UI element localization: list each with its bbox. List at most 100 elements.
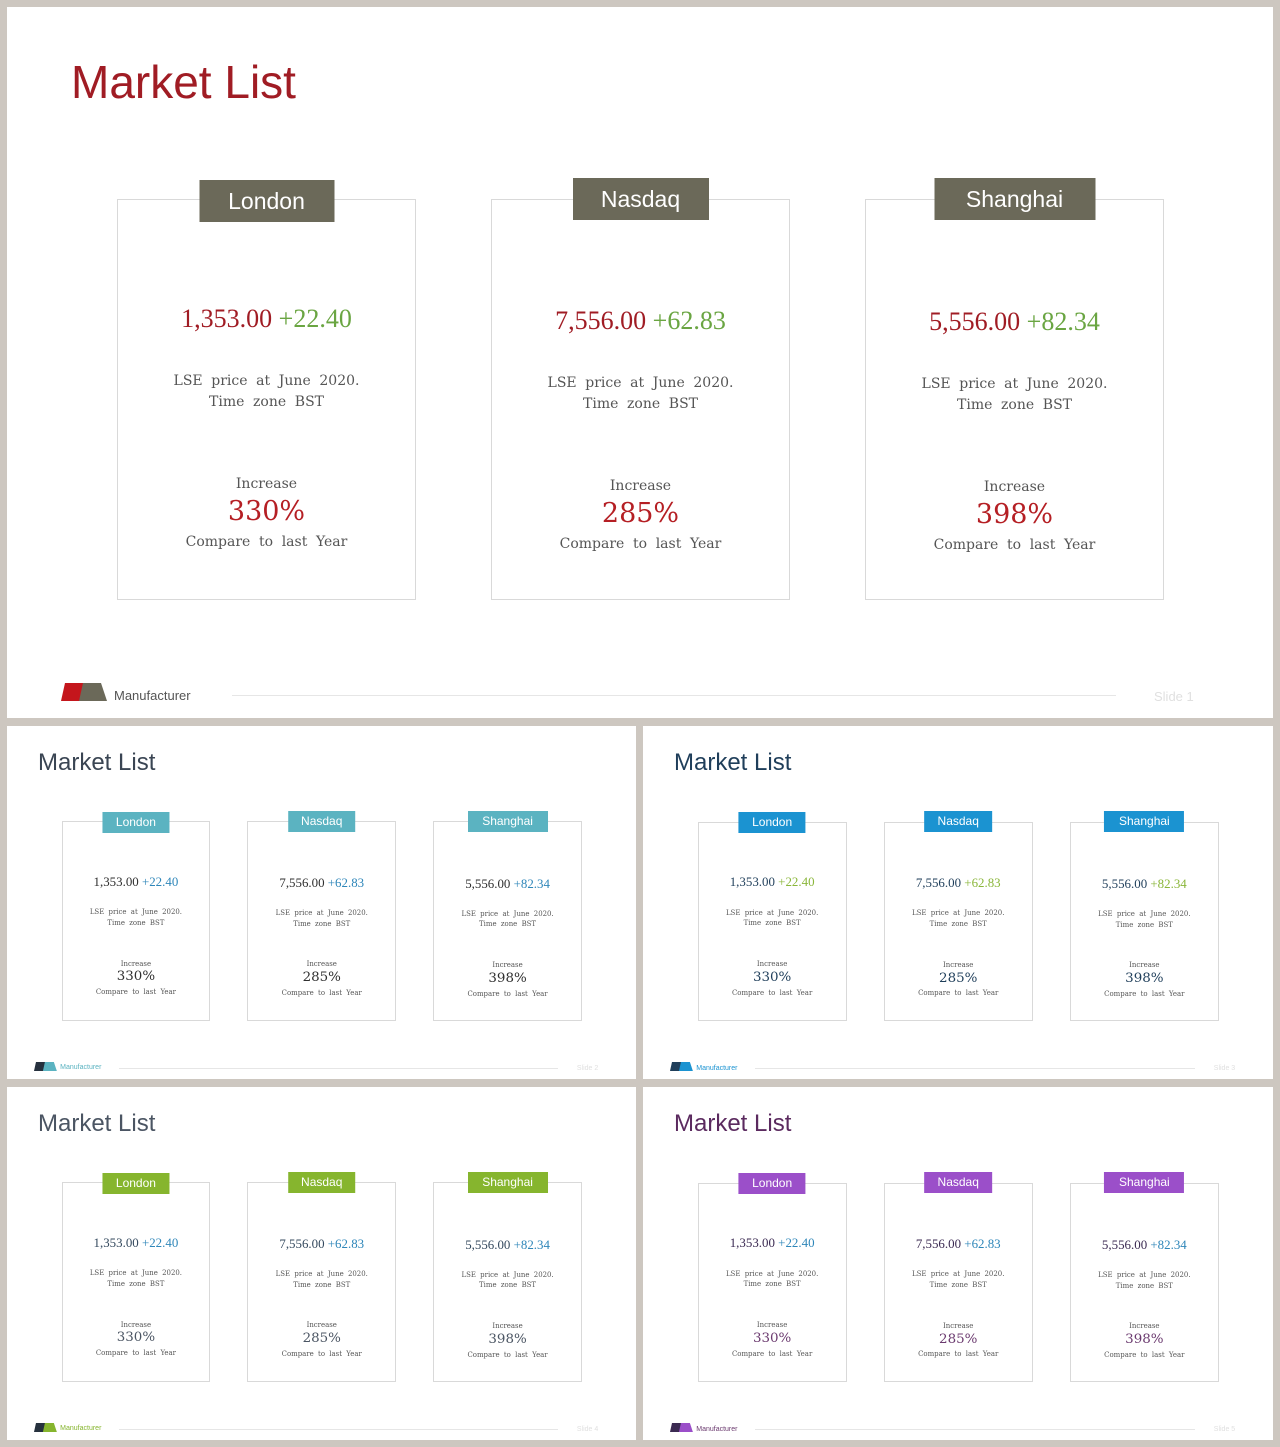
slide-title: Market List: [71, 56, 296, 108]
market-tab-nasdaq[interactable]: Nasdaq: [287, 1171, 356, 1193]
slide-2[interactable]: Market List 1,353.00 +22.40 LSE price at J…: [7, 726, 636, 1079]
increase-label: Increase: [756, 1320, 788, 1329]
market-tab-london[interactable]: London: [738, 812, 806, 833]
price-line: 5,556.00 +82.34: [1071, 876, 1218, 892]
price-line: 7,556.00 +62.83: [885, 875, 1032, 891]
market-card-london[interactable]: 1,353.00 +22.40 LSE price at June 2020. Ti…: [697, 821, 847, 1022]
market-tab-london[interactable]: London: [102, 811, 170, 833]
increase-percent: 398%: [488, 970, 527, 986]
price-description: LSE price at June 2020. Time zone BST: [1071, 1270, 1218, 1291]
compare-text: Compare to last Year: [731, 1349, 813, 1358]
increase-percent: 398%: [1125, 971, 1164, 987]
description-line-2: Time zone BST: [293, 919, 351, 928]
footer-brand: Manufacturer: [60, 1425, 102, 1433]
footer-brand: Manufacturer: [114, 688, 191, 703]
price-value: 1,353.00: [729, 1235, 775, 1251]
price-change: +62.83: [964, 875, 1001, 891]
compare-text: Compare to last Year: [731, 988, 813, 997]
description-line-2: Time zone BST: [929, 919, 987, 928]
increase-percent: 285%: [302, 970, 341, 986]
increase-label: Increase: [492, 961, 523, 969]
price-description: LSE price at June 2020. Time zone BST: [434, 1270, 581, 1291]
slide-1[interactable]: Market List 1,353.00 +22.40 LSE price at J…: [7, 7, 1273, 718]
price-value: 7,556.00: [915, 1236, 962, 1252]
price-change: +22.40: [778, 874, 815, 890]
compare-text: Compare to last Year: [281, 989, 362, 998]
market-tab-shanghai[interactable]: Shanghai: [1104, 811, 1185, 832]
description-line-1: LSE price at June 2020.: [1098, 1271, 1191, 1280]
manufacturer-logo-icon: [61, 683, 107, 701]
market-card-nasdaq[interactable]: 7,556.00 +62.83 LSE price at June 2020. Ti…: [883, 1182, 1033, 1383]
increase-label: Increase: [120, 1320, 152, 1329]
slide-5[interactable]: Market List 1,353.00 +22.40 LSE price at J…: [643, 1087, 1273, 1440]
market-card-nasdaq[interactable]: 7,556.00 +62.83 LSE price at June 2020. Ti…: [883, 821, 1033, 1022]
compare-text: Compare to last Year: [933, 537, 1096, 553]
price-description: LSE price at June 2020. Time zone BST: [492, 373, 789, 415]
manufacturer-logo-icon: [669, 1423, 693, 1433]
slide-number: Slide 2: [576, 1064, 599, 1072]
description-line-2: Time zone BST: [743, 919, 801, 928]
price-description: LSE price at June 2020. Time zone BST: [699, 1269, 846, 1290]
market-tab-shanghai[interactable]: Shanghai: [467, 810, 548, 832]
price-line: 5,556.00 +82.34: [434, 1237, 581, 1253]
market-tab-shanghai[interactable]: Shanghai: [934, 178, 1095, 220]
description-line-1: LSE price at June 2020.: [547, 374, 734, 391]
slide-4[interactable]: Market List 1,353.00 +22.40 LSE price at J…: [7, 1087, 636, 1440]
description-line-2: Time zone BST: [929, 1280, 987, 1289]
footer-divider: [754, 1068, 1195, 1070]
price-change: +82.34: [1026, 307, 1100, 336]
market-card-shanghai[interactable]: 5,556.00 +82.34 LSE price at June 2020. Ti…: [1069, 821, 1219, 1022]
price-description: LSE price at June 2020. Time zone BST: [63, 1268, 210, 1289]
market-card-shanghai[interactable]: 5,556.00 +82.34 LSE price at June 2020. Ti…: [433, 821, 582, 1021]
price-line: 1,353.00 +22.40: [699, 874, 846, 890]
market-tab-nasdaq[interactable]: Nasdaq: [287, 810, 356, 832]
price-change: +82.34: [1150, 1236, 1187, 1252]
compare-text: Compare to last Year: [185, 534, 348, 550]
compare-text: Compare to last Year: [559, 535, 722, 552]
market-tab-nasdaq[interactable]: Nasdaq: [924, 811, 993, 832]
manufacturer-logo-icon: [33, 1061, 57, 1071]
market-tab-nasdaq[interactable]: Nasdaq: [572, 178, 709, 220]
price-value: 5,556.00: [1101, 1236, 1148, 1252]
market-tab-nasdaq[interactable]: Nasdaq: [924, 1172, 993, 1193]
market-card-nasdaq[interactable]: 7,556.00 +62.83 LSE price at June 2020. Ti…: [247, 821, 397, 1021]
price-line: 7,556.00 +62.83: [885, 1236, 1032, 1252]
market-card-shanghai[interactable]: 5,556.00 +82.34 LSE price at June 2020. Ti…: [865, 199, 1164, 600]
price-change: +62.83: [327, 1235, 365, 1251]
increase-label: Increase: [756, 959, 788, 968]
market-card-london[interactable]: 1,353.00 +22.40 LSE price at June 2020. Ti…: [61, 1182, 211, 1382]
market-card-nasdaq[interactable]: 7,556.00 +62.83 LSE price at June 2020. Ti…: [491, 199, 790, 600]
manufacturer-logo-icon: [33, 1422, 57, 1432]
price-value: 7,556.00: [279, 1235, 325, 1251]
footer-divider: [754, 1429, 1195, 1431]
price-change: +22.40: [141, 874, 179, 890]
increase-percent: 330%: [116, 969, 156, 985]
price-change: +62.83: [327, 874, 365, 890]
description-line-2: Time zone BST: [1115, 1281, 1173, 1290]
price-change: +82.34: [513, 1236, 550, 1252]
market-tab-shanghai[interactable]: Shanghai: [467, 1171, 548, 1193]
footer-divider: [118, 1428, 558, 1430]
increase-label: Increase: [306, 960, 337, 969]
price-change: +82.34: [513, 875, 550, 891]
market-card-nasdaq[interactable]: 7,556.00 +62.83 LSE price at June 2020. Ti…: [247, 1182, 397, 1382]
market-tab-shanghai[interactable]: Shanghai: [1104, 1172, 1185, 1193]
increase-percent: 285%: [939, 1331, 978, 1347]
market-card-london[interactable]: 1,353.00 +22.40 LSE price at June 2020. Ti…: [117, 199, 416, 600]
market-card-shanghai[interactable]: 5,556.00 +82.34 LSE price at June 2020. Ti…: [1069, 1182, 1219, 1383]
price-line: 5,556.00 +82.34: [434, 876, 581, 892]
footer-brand: Manufacturer: [60, 1064, 102, 1072]
market-card-london[interactable]: 1,353.00 +22.40 LSE price at June 2020. Ti…: [697, 1182, 847, 1383]
slide-title: Market List: [674, 749, 792, 776]
market-tab-london[interactable]: London: [102, 1172, 170, 1194]
slide-number: Slide 4: [576, 1425, 599, 1433]
market-tab-london[interactable]: London: [738, 1173, 806, 1194]
description-line-1: LSE price at June 2020.: [725, 908, 819, 917]
market-card-london[interactable]: 1,353.00 +22.40 LSE price at June 2020. Ti…: [61, 821, 211, 1021]
slide-3[interactable]: Market List 1,353.00 +22.40 LSE price at J…: [643, 726, 1273, 1079]
market-card-shanghai[interactable]: 5,556.00 +82.34 LSE price at June 2020. Ti…: [433, 1182, 582, 1382]
market-tab-london[interactable]: London: [199, 180, 334, 222]
slide-title: Market List: [38, 1110, 156, 1137]
price-description: LSE price at June 2020. Time zone BST: [63, 907, 210, 928]
increase-percent: 398%: [975, 499, 1054, 530]
